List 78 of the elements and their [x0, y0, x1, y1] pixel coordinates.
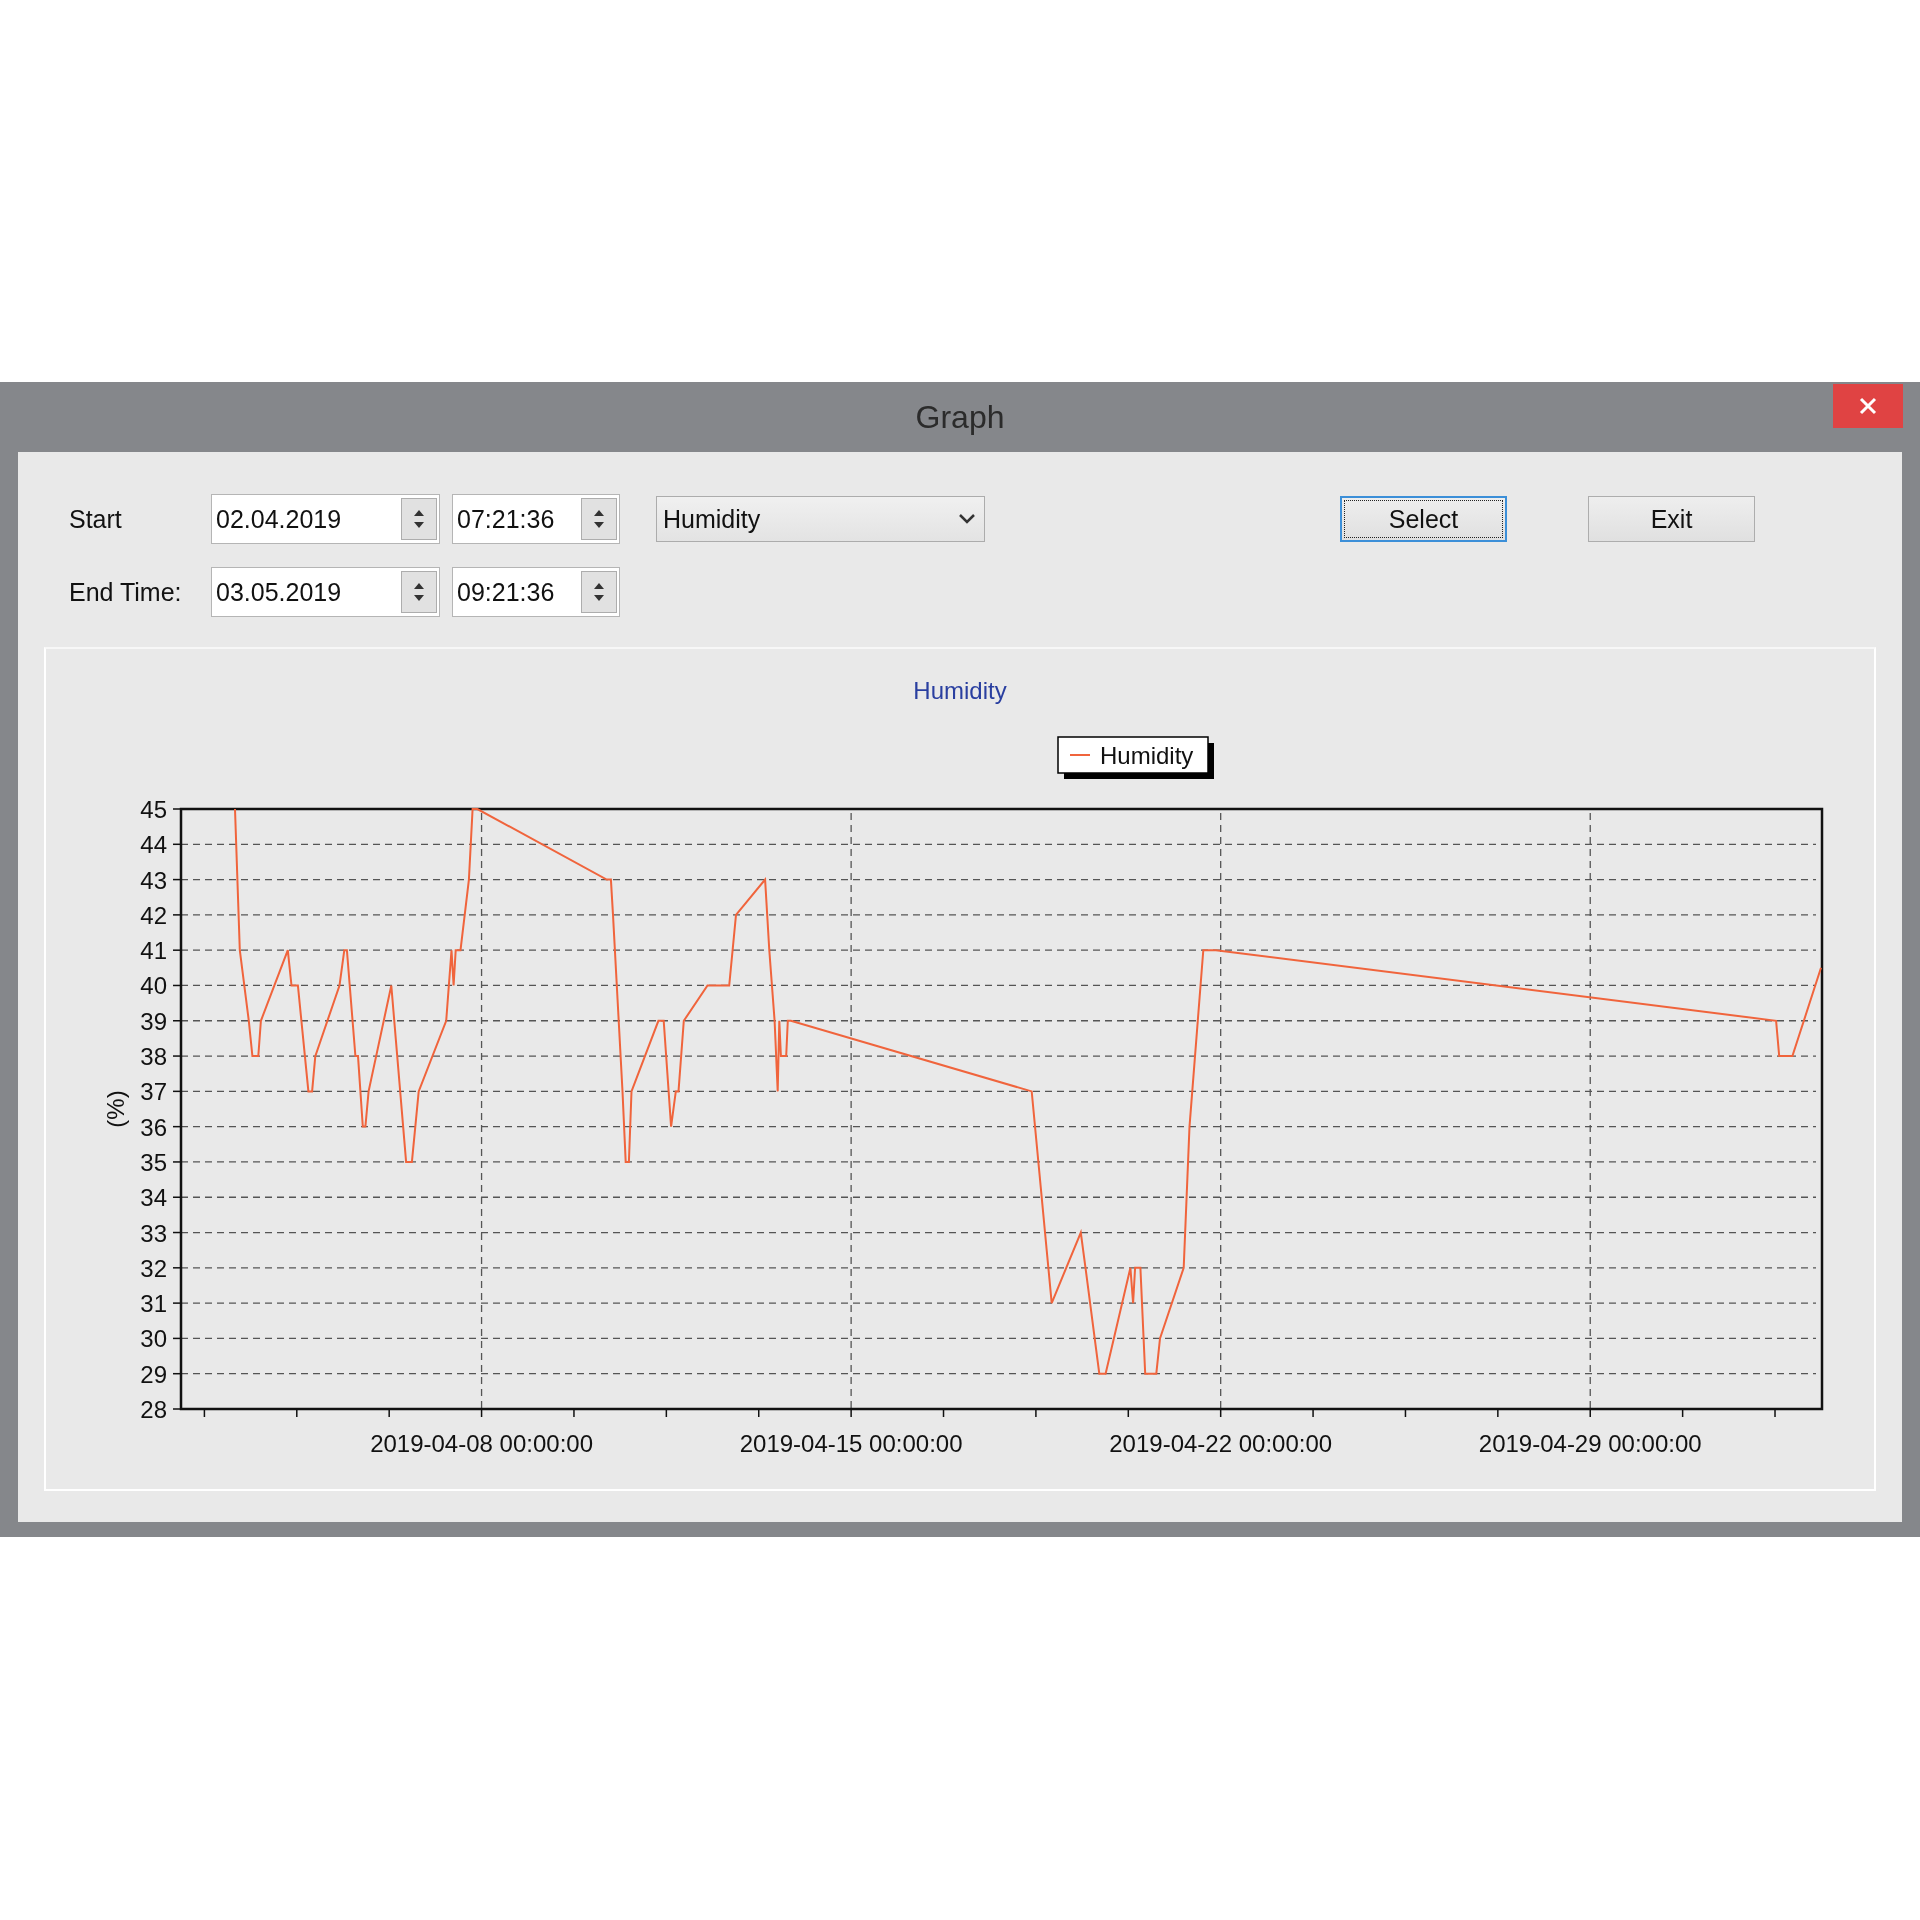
end-time-label: End Time: — [69, 577, 183, 607]
tick-mark — [388, 1408, 390, 1418]
tick-mark — [1127, 1408, 1130, 1418]
legend-label: Humidity — [1100, 742, 1194, 769]
tick-mark — [172, 984, 182, 987]
button[interactable]: Exit — [1588, 496, 1755, 542]
focused-button[interactable]: Select — [1340, 496, 1507, 542]
tick-mark — [172, 1125, 182, 1128]
axis-tick-label: 39 — [140, 1007, 167, 1035]
axis-tick-label: 35 — [140, 1148, 167, 1176]
date-field[interactable]: 02.04.2019 — [211, 494, 440, 544]
tick-mark — [1035, 1408, 1037, 1418]
tick-mark — [942, 1408, 945, 1418]
tick-mark — [573, 1408, 575, 1418]
tick-mark — [1774, 1408, 1776, 1418]
tick-mark — [172, 1372, 182, 1375]
spin-button[interactable] — [401, 498, 437, 540]
axis-tick-label: 45 — [140, 796, 167, 823]
tick-mark — [850, 1408, 852, 1418]
tick-mark — [172, 878, 182, 881]
tick-mark — [172, 1196, 182, 1198]
tick-mark — [480, 1408, 483, 1418]
tick-mark — [1312, 1408, 1314, 1418]
axis-tick-label: 34 — [140, 1184, 167, 1212]
tick-mark — [172, 1231, 182, 1234]
tick-mark — [1404, 1408, 1407, 1418]
axis-tick-label: 30 — [140, 1325, 167, 1353]
time-field[interactable]: 09:21:36 — [452, 567, 620, 617]
tick-mark — [172, 843, 182, 846]
tick-mark — [1219, 1408, 1222, 1418]
axis-tick-label: 33 — [140, 1219, 167, 1247]
tick-mark — [172, 1267, 182, 1269]
tick-mark — [296, 1408, 298, 1418]
axis-tick-label: 40 — [140, 972, 167, 1000]
spin-button[interactable] — [401, 571, 437, 613]
axis-tick-label: 29 — [140, 1360, 167, 1388]
chevron-down-icon — [958, 513, 976, 525]
tick-mark — [172, 949, 182, 951]
tick-mark — [172, 914, 182, 916]
tick-mark — [172, 1337, 182, 1340]
axis-tick-label: 2019-04-15 00:00:00 — [739, 1430, 963, 1457]
tick-mark — [172, 1090, 182, 1093]
axis-tick-label: 37 — [140, 1078, 167, 1106]
tick-mark — [1589, 1408, 1591, 1418]
time-field[interactable]: 07:21:36 — [452, 494, 620, 544]
close-icon — [1858, 396, 1878, 416]
axis-tick-label: 28 — [140, 1396, 167, 1423]
axis-tick-label: 43 — [140, 866, 167, 894]
axis-tick-label: 42 — [140, 901, 167, 929]
axis-title: (%) — [102, 1090, 129, 1128]
axis-tick-label: 2019-04-29 00:00:00 — [1478, 1430, 1702, 1457]
tick-mark — [172, 1055, 182, 1057]
tick-mark — [203, 1408, 206, 1418]
tick-mark — [172, 1408, 182, 1410]
chart-title: Humidity — [913, 677, 1007, 704]
spin-button[interactable] — [581, 498, 617, 540]
date-field[interactable]: 03.05.2019 — [211, 567, 440, 617]
tick-mark — [1497, 1408, 1499, 1418]
axis-tick-label: 2019-04-22 00:00:00 — [1109, 1430, 1333, 1457]
axis-tick-label: 32 — [140, 1254, 167, 1282]
tick-mark — [758, 1408, 760, 1418]
tick-mark — [665, 1408, 668, 1418]
tick-mark — [172, 1020, 182, 1022]
window-title: Graph — [915, 398, 1005, 436]
tick-mark — [172, 1302, 182, 1304]
spin-button[interactable] — [581, 571, 617, 613]
axis-tick-label: 36 — [140, 1113, 167, 1141]
axis-tick-label: 38 — [140, 1043, 167, 1071]
axis-tick-label: 41 — [140, 937, 167, 965]
tick-mark — [172, 808, 182, 810]
tick-mark — [172, 1161, 182, 1163]
dropdown[interactable]: Humidity — [656, 496, 985, 542]
axis-tick-label: 44 — [140, 831, 167, 859]
tick-mark — [1681, 1408, 1684, 1418]
axis-tick-label: 2019-04-08 00:00:00 — [370, 1430, 593, 1457]
start-label: Start — [69, 504, 123, 534]
axis-tick-label: 31 — [140, 1290, 167, 1318]
close-button[interactable] — [1833, 384, 1903, 428]
